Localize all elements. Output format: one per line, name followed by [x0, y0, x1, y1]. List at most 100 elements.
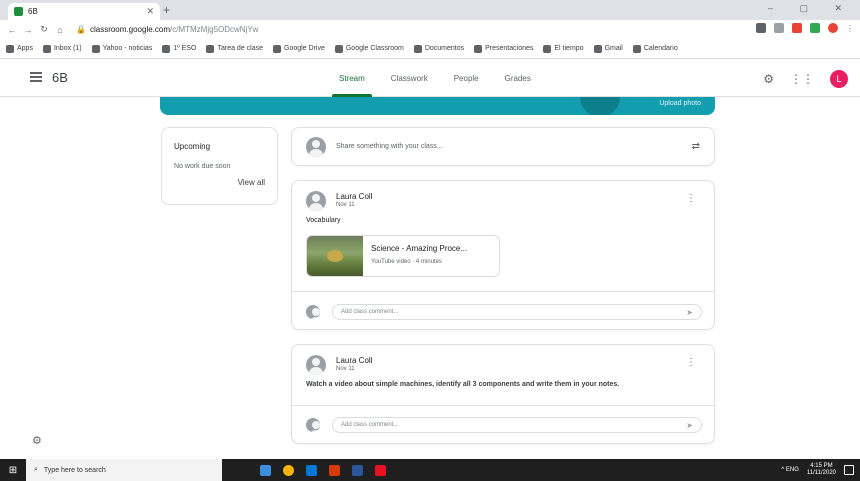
forward-icon[interactable]: → — [22, 25, 34, 35]
header-icons: ⚙ ⋮⋮ L — [763, 70, 848, 88]
task-view-icon[interactable] — [260, 464, 271, 476]
chrome-menu-icon[interactable]: ⋮ — [846, 24, 854, 33]
apps-grid-icon[interactable]: ⋮⋮ — [790, 72, 814, 86]
tab-stream[interactable]: Stream — [326, 60, 378, 97]
comment-input[interactable]: Add class comment... ➤ — [332, 304, 702, 320]
url-host: classroom.google.com — [89, 25, 171, 34]
stream-post: Laura Coll Nov 11 ⋮ Vocabulary Science -… — [291, 180, 715, 330]
bookmark-item[interactable]: Calendario — [632, 44, 678, 53]
bookmark-label: Apps — [17, 45, 33, 52]
address-bar[interactable]: 🔒 classroom.google.com /c/MTMzMjg5ODcwNj… — [70, 23, 734, 37]
bookmark-label: Gmail — [604, 45, 623, 52]
bookmark-icon — [632, 44, 641, 53]
class-name[interactable]: 6B — [52, 70, 68, 85]
account-avatar[interactable]: L — [830, 70, 848, 88]
bookmark-item[interactable]: Tarea de clase — [206, 44, 263, 53]
taskbar-search[interactable]: ⌕ Type here to search — [26, 459, 222, 481]
post-author: Laura Coll — [336, 356, 373, 365]
new-tab-icon[interactable]: + — [163, 3, 170, 17]
stream-post: Laura Coll Nov 11 ⋮ Watch a video about … — [291, 344, 715, 444]
class-tabs: Stream Classwork People Grades — [326, 60, 544, 97]
windows-start-icon[interactable]: ⊞ — [0, 465, 26, 476]
chrome-taskbar-icon[interactable] — [283, 464, 294, 476]
bookmark-item[interactable]: Google Drive — [273, 44, 325, 53]
commenter-avatar — [306, 418, 320, 432]
tab-grades[interactable]: Grades — [492, 60, 544, 97]
author-avatar — [306, 355, 326, 375]
send-icon[interactable]: ➤ — [686, 308, 693, 317]
bookmark-item[interactable]: El tiempo — [543, 44, 584, 53]
comment-row: Add class comment... ➤ — [306, 304, 702, 320]
share-box[interactable]: Share something with your class... ⇄ — [291, 127, 715, 166]
browser-tab-title: 6B — [28, 7, 38, 16]
bookmark-item[interactable]: Inbox (1) — [42, 44, 82, 53]
author-avatar — [306, 191, 326, 211]
bookmark-label: Yahoo - noticias — [102, 45, 153, 52]
bookmark-label: Documentos — [424, 45, 465, 52]
app-taskbar-icon[interactable] — [375, 464, 386, 476]
profile-icon[interactable] — [828, 23, 838, 33]
extension-icon[interactable] — [792, 23, 802, 33]
bookmark-icon — [6, 44, 14, 53]
home-icon[interactable]: ⌂ — [54, 25, 66, 35]
screen: 6B ✕ + – ▢ ✕ ← → ↻ ⌂ 🔒 classroom.google.… — [0, 0, 860, 481]
bookmark-icon — [42, 44, 51, 53]
tray-indicators[interactable]: ^ ENG — [781, 467, 798, 473]
classroom-settings-icon[interactable]: ⚙ — [32, 434, 42, 447]
extension-icon[interactable] — [810, 23, 820, 33]
bookmark-icon — [413, 44, 422, 53]
bookmark-icon — [334, 44, 343, 53]
window-controls[interactable]: – ▢ ✕ — [768, 3, 854, 14]
video-attachment[interactable]: Science - Amazing Proce... YouTube video… — [306, 235, 500, 277]
upload-photo-link[interactable]: Upload photo — [659, 100, 701, 107]
reload-icon[interactable]: ↻ — [38, 24, 50, 35]
main-menu-icon[interactable] — [30, 72, 42, 82]
user-avatar — [306, 136, 326, 157]
bookmarks-bar: Apps Inbox (1) Yahoo - noticias 1º ESO Tarea… — [0, 39, 860, 59]
bookmark-label: 1º ESO — [173, 45, 197, 52]
taskbar-clock[interactable]: 4:15 PM 11/11/2020 — [807, 463, 836, 477]
upcoming-heading: Upcoming — [174, 142, 211, 151]
bookmark-icon — [593, 44, 602, 53]
more-options-icon[interactable]: ⋮ — [686, 357, 696, 368]
comment-input[interactable]: Add class comment... ➤ — [332, 417, 702, 433]
extension-icon[interactable] — [756, 23, 766, 33]
browser-toolbar: ← → ↻ ⌂ 🔒 classroom.google.com /c/MTMzMj… — [0, 20, 860, 39]
close-tab-icon[interactable]: ✕ — [146, 6, 154, 17]
tab-people[interactable]: People — [441, 60, 492, 97]
post-author: Laura Coll — [336, 192, 373, 201]
comment-placeholder: Add class comment... — [341, 422, 399, 428]
bookmark-item[interactable]: Documentos — [413, 44, 465, 53]
classroom-favicon-icon — [14, 7, 23, 16]
video-thumbnail — [307, 236, 363, 276]
comment-placeholder: Add class comment... — [341, 309, 399, 315]
commenter-avatar — [306, 305, 320, 319]
more-options-icon[interactable]: ⋮ — [686, 193, 696, 204]
classroom-header: 6B Stream Classwork People Grades ⚙ ⋮⋮ L — [0, 60, 860, 97]
back-icon[interactable]: ← — [6, 25, 18, 35]
bookmark-item[interactable]: Presentaciones — [474, 44, 533, 53]
star-icon[interactable] — [774, 23, 784, 33]
attachment-source: YouTube video · 4 minutes — [371, 259, 442, 265]
bookmark-icon — [474, 44, 483, 53]
settings-gear-icon[interactable]: ⚙ — [763, 72, 774, 86]
post-date: Nov 11 — [336, 202, 355, 208]
browser-tab[interactable]: 6B ✕ — [8, 3, 160, 20]
send-icon[interactable]: ➤ — [686, 421, 693, 430]
bookmark-item[interactable]: Apps — [6, 44, 33, 53]
powerpoint-taskbar-icon[interactable] — [329, 464, 340, 476]
view-all-link[interactable]: View all — [174, 178, 265, 187]
upcoming-card: Upcoming No work due soon View all — [161, 127, 278, 205]
bookmark-item[interactable]: Yahoo - noticias — [91, 44, 153, 53]
tab-classwork[interactable]: Classwork — [378, 60, 441, 97]
system-tray: ^ ENG 4:15 PM 11/11/2020 — [781, 459, 854, 481]
repost-icon[interactable]: ⇄ — [692, 141, 700, 152]
notification-icon[interactable] — [844, 465, 854, 475]
bookmark-item[interactable]: 1º ESO — [162, 44, 197, 53]
share-placeholder[interactable]: Share something with your class... — [336, 143, 692, 150]
bookmark-item[interactable]: Gmail — [593, 44, 623, 53]
word-taskbar-icon[interactable] — [352, 464, 363, 476]
bookmark-icon — [91, 44, 100, 53]
bookmark-item[interactable]: Google Classroom — [334, 44, 404, 53]
edge-taskbar-icon[interactable] — [306, 464, 317, 476]
